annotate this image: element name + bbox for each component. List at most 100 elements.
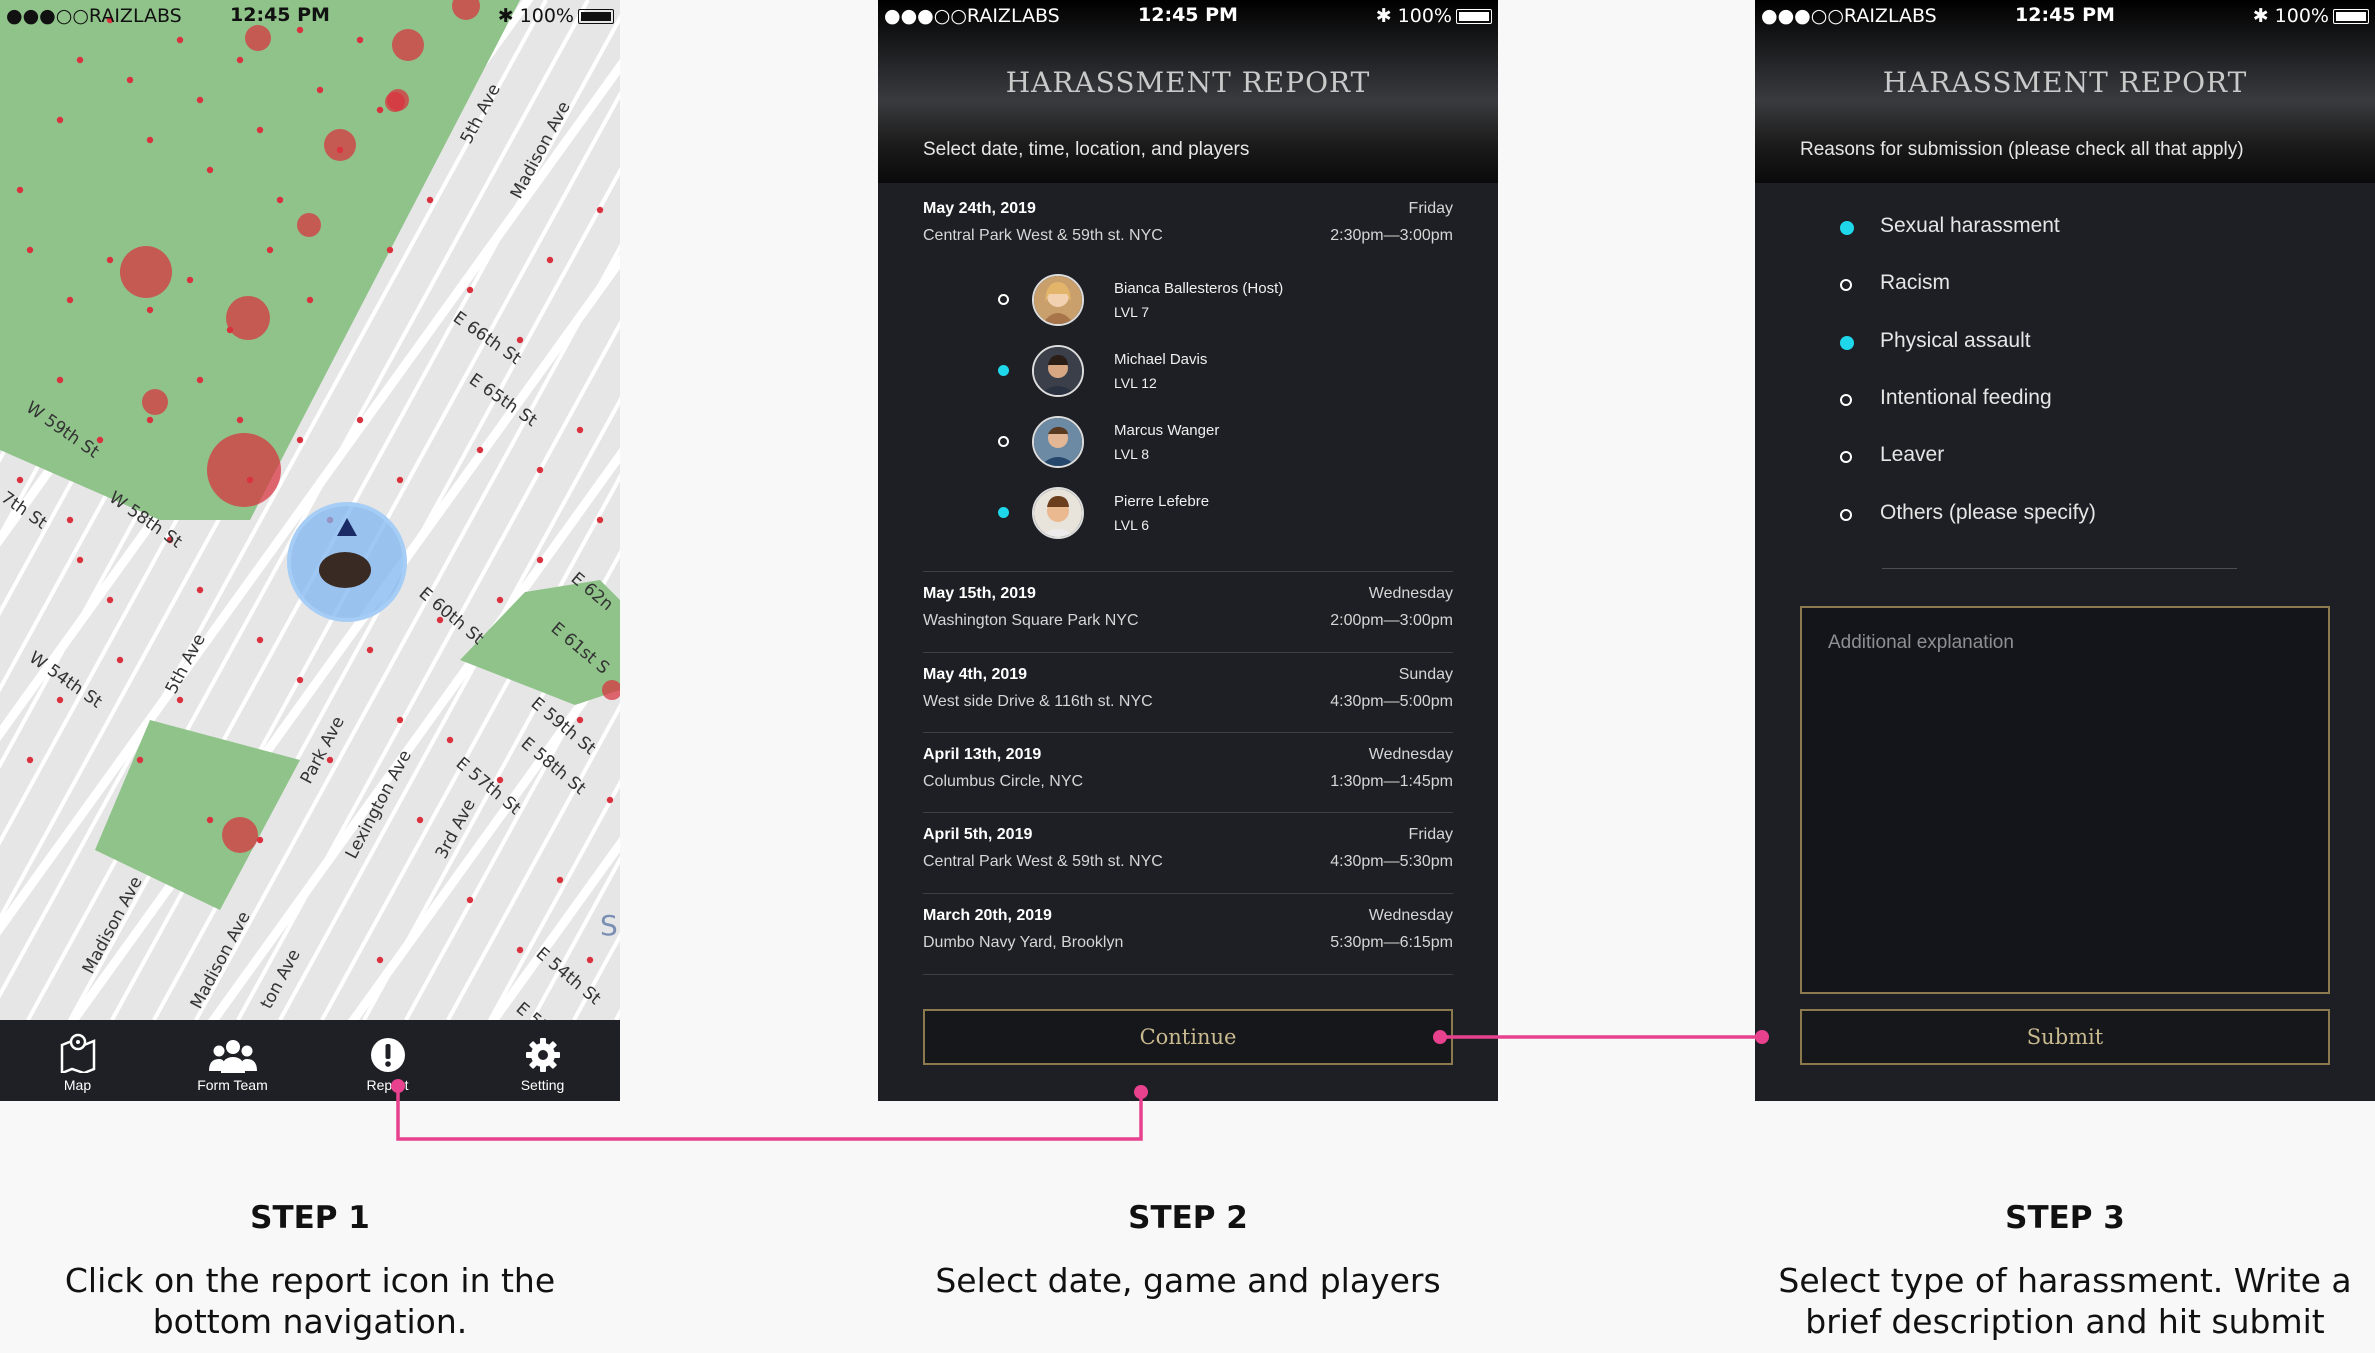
reason-radio[interactable] bbox=[1840, 509, 1852, 521]
player-radio[interactable] bbox=[998, 507, 1009, 518]
session-item[interactable]: April 5th, 2019 Friday Central Park West … bbox=[923, 821, 1453, 875]
poi-marker[interactable] bbox=[176, 696, 184, 704]
poi-marker[interactable] bbox=[376, 956, 384, 964]
poi-marker[interactable] bbox=[76, 556, 84, 564]
tab-report[interactable]: Report bbox=[310, 1020, 465, 1101]
poi-marker[interactable] bbox=[266, 246, 274, 254]
poi-marker[interactable] bbox=[126, 76, 134, 84]
poi-marker[interactable] bbox=[66, 296, 74, 304]
poi-marker[interactable] bbox=[136, 756, 144, 764]
poi-marker[interactable] bbox=[536, 466, 544, 474]
poi-marker[interactable] bbox=[236, 416, 244, 424]
hotspot-marker[interactable] bbox=[222, 817, 258, 853]
poi-marker[interactable] bbox=[376, 106, 384, 114]
poi-marker[interactable] bbox=[396, 716, 404, 724]
poi-marker[interactable] bbox=[536, 556, 544, 564]
poi-marker[interactable] bbox=[516, 946, 524, 954]
poi-marker[interactable] bbox=[146, 306, 154, 314]
poi-marker[interactable] bbox=[546, 256, 554, 264]
reason-radio[interactable] bbox=[1840, 451, 1852, 463]
poi-marker[interactable] bbox=[296, 676, 304, 684]
poi-marker[interactable] bbox=[396, 476, 404, 484]
hotspot-marker[interactable] bbox=[207, 433, 281, 507]
poi-marker[interactable] bbox=[466, 896, 474, 904]
session-item[interactable]: May 15th, 2019 Wednesday Washington Squar… bbox=[923, 580, 1453, 634]
poi-marker[interactable] bbox=[106, 596, 114, 604]
poi-marker[interactable] bbox=[476, 446, 484, 454]
player-row[interactable]: Pierre Lefebre LVL 6 bbox=[998, 487, 1398, 543]
poi-marker[interactable] bbox=[516, 336, 524, 344]
reason-option-racism[interactable]: Racism bbox=[1840, 266, 2290, 302]
poi-marker[interactable] bbox=[146, 136, 154, 144]
poi-marker[interactable] bbox=[596, 516, 604, 524]
poi-marker[interactable] bbox=[26, 246, 34, 254]
poi-marker[interactable] bbox=[386, 246, 394, 254]
poi-marker[interactable] bbox=[206, 166, 214, 174]
tab-map[interactable]: Map bbox=[0, 1020, 155, 1101]
poi-marker[interactable] bbox=[606, 796, 614, 804]
poi-marker[interactable] bbox=[106, 256, 114, 264]
reason-option-others[interactable]: Others (please specify) bbox=[1840, 496, 2290, 532]
poi-marker[interactable] bbox=[256, 126, 264, 134]
hotspot-marker[interactable] bbox=[387, 89, 409, 111]
poi-marker[interactable] bbox=[466, 286, 474, 294]
city-map[interactable]: 5th Ave Madison AveE 66th StE 65th StW 59… bbox=[0, 0, 620, 1020]
reason-option-physical-assault[interactable]: Physical assault bbox=[1840, 324, 2290, 360]
hotspot-marker[interactable] bbox=[120, 246, 172, 298]
poi-marker[interactable] bbox=[356, 416, 364, 424]
poi-marker[interactable] bbox=[146, 416, 154, 424]
poi-marker[interactable] bbox=[186, 276, 194, 284]
poi-marker[interactable] bbox=[196, 96, 204, 104]
reason-radio[interactable] bbox=[1840, 336, 1854, 350]
hotspot-marker[interactable] bbox=[297, 213, 321, 237]
player-radio[interactable] bbox=[998, 294, 1009, 305]
poi-marker[interactable] bbox=[116, 656, 124, 664]
poi-marker[interactable] bbox=[16, 186, 24, 194]
poi-marker[interactable] bbox=[416, 816, 424, 824]
others-input-underline[interactable] bbox=[1882, 568, 2237, 569]
poi-marker[interactable] bbox=[196, 586, 204, 594]
poi-marker[interactable] bbox=[556, 876, 564, 884]
poi-marker[interactable] bbox=[586, 956, 594, 964]
reason-radio[interactable] bbox=[1840, 221, 1854, 235]
player-radio[interactable] bbox=[998, 365, 1009, 376]
poi-marker[interactable] bbox=[356, 36, 364, 44]
reason-radio[interactable] bbox=[1840, 279, 1852, 291]
reason-option-sexual-harassment[interactable]: Sexual harassment bbox=[1840, 209, 2290, 245]
player-row[interactable]: Marcus Wanger LVL 8 bbox=[998, 416, 1398, 472]
hotspot-marker[interactable] bbox=[142, 389, 168, 415]
poi-marker[interactable] bbox=[576, 426, 584, 434]
session-item[interactable]: April 13th, 2019 Wednesday Columbus Circl… bbox=[923, 741, 1453, 795]
poi-marker[interactable] bbox=[76, 56, 84, 64]
player-row[interactable]: Bianca Ballesteros (Host) LVL 7 bbox=[998, 274, 1398, 330]
poi-marker[interactable] bbox=[316, 86, 324, 94]
poi-marker[interactable] bbox=[16, 476, 24, 484]
poi-marker[interactable] bbox=[176, 36, 184, 44]
hotspot-marker[interactable] bbox=[324, 129, 356, 161]
poi-marker[interactable] bbox=[56, 696, 64, 704]
player-radio[interactable] bbox=[998, 436, 1009, 447]
poi-marker[interactable] bbox=[236, 56, 244, 64]
reason-option-intentional-feeding[interactable]: Intentional feeding bbox=[1840, 381, 2290, 417]
additional-explanation-textarea[interactable]: Additional explanation bbox=[1800, 606, 2330, 994]
player-row[interactable]: Michael Davis LVL 12 bbox=[998, 345, 1398, 401]
poi-marker[interactable] bbox=[206, 816, 214, 824]
poi-marker[interactable] bbox=[66, 516, 74, 524]
poi-marker[interactable] bbox=[306, 296, 314, 304]
tab-setting[interactable]: Setting bbox=[465, 1020, 620, 1101]
reason-option-leaver[interactable]: Leaver bbox=[1840, 438, 2290, 474]
poi-marker[interactable] bbox=[256, 636, 264, 644]
session-item[interactable]: March 20th, 2019 Wednesday Dumbo Navy Yar… bbox=[923, 902, 1453, 956]
poi-marker[interactable] bbox=[56, 116, 64, 124]
poi-marker[interactable] bbox=[26, 756, 34, 764]
poi-marker[interactable] bbox=[426, 196, 434, 204]
tab-form-team[interactable]: Form Team bbox=[155, 1020, 310, 1101]
reason-radio[interactable] bbox=[1840, 394, 1852, 406]
continue-button[interactable]: Continue bbox=[923, 1009, 1453, 1065]
poi-marker[interactable] bbox=[446, 736, 454, 744]
poi-marker[interactable] bbox=[496, 596, 504, 604]
hotspot-marker[interactable] bbox=[392, 29, 424, 61]
session-item-selected[interactable]: May 24th, 2019 Friday Central Park West &… bbox=[923, 195, 1453, 249]
poi-marker[interactable] bbox=[296, 436, 304, 444]
poi-marker[interactable] bbox=[276, 196, 284, 204]
